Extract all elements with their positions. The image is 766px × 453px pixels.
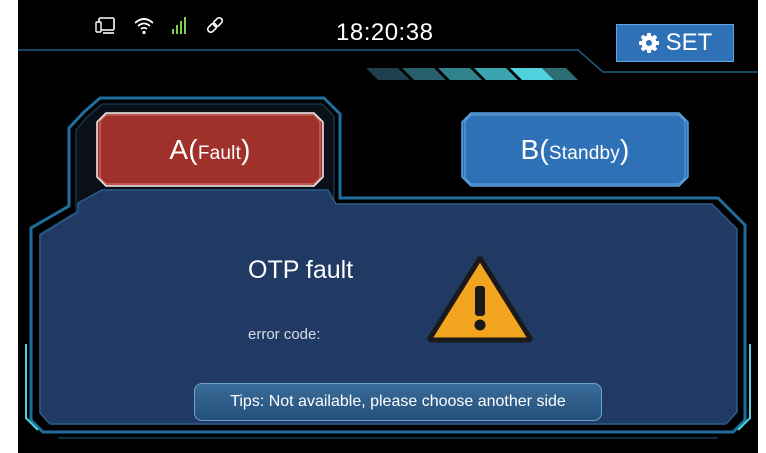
link-icon	[204, 14, 226, 36]
tab-b-label: B(Standby)	[520, 133, 630, 165]
tips-message: Tips: Not available, please choose anoth…	[194, 383, 602, 421]
tab-a-label: A(Fault)	[169, 133, 251, 165]
gear-icon	[638, 32, 660, 54]
screen: 18:20:38 SET A(Fault) B(Standby) OTP fau…	[18, 0, 758, 453]
warning-triangle-icon	[426, 254, 534, 349]
set-button[interactable]: SET	[616, 24, 734, 62]
monitor-icon	[94, 14, 118, 36]
tab-b-standby[interactable]: B(Standby)	[461, 112, 689, 187]
wifi-icon	[132, 14, 156, 36]
set-button-label: SET	[665, 29, 713, 56]
status-icons	[94, 12, 226, 38]
error-code-label: error code:	[248, 326, 321, 343]
fault-title: OTP fault	[248, 256, 354, 284]
signal-bars-icon	[170, 14, 190, 36]
clock: 18:20:38	[336, 19, 434, 46]
tab-a-fault[interactable]: A(Fault)	[96, 112, 324, 187]
